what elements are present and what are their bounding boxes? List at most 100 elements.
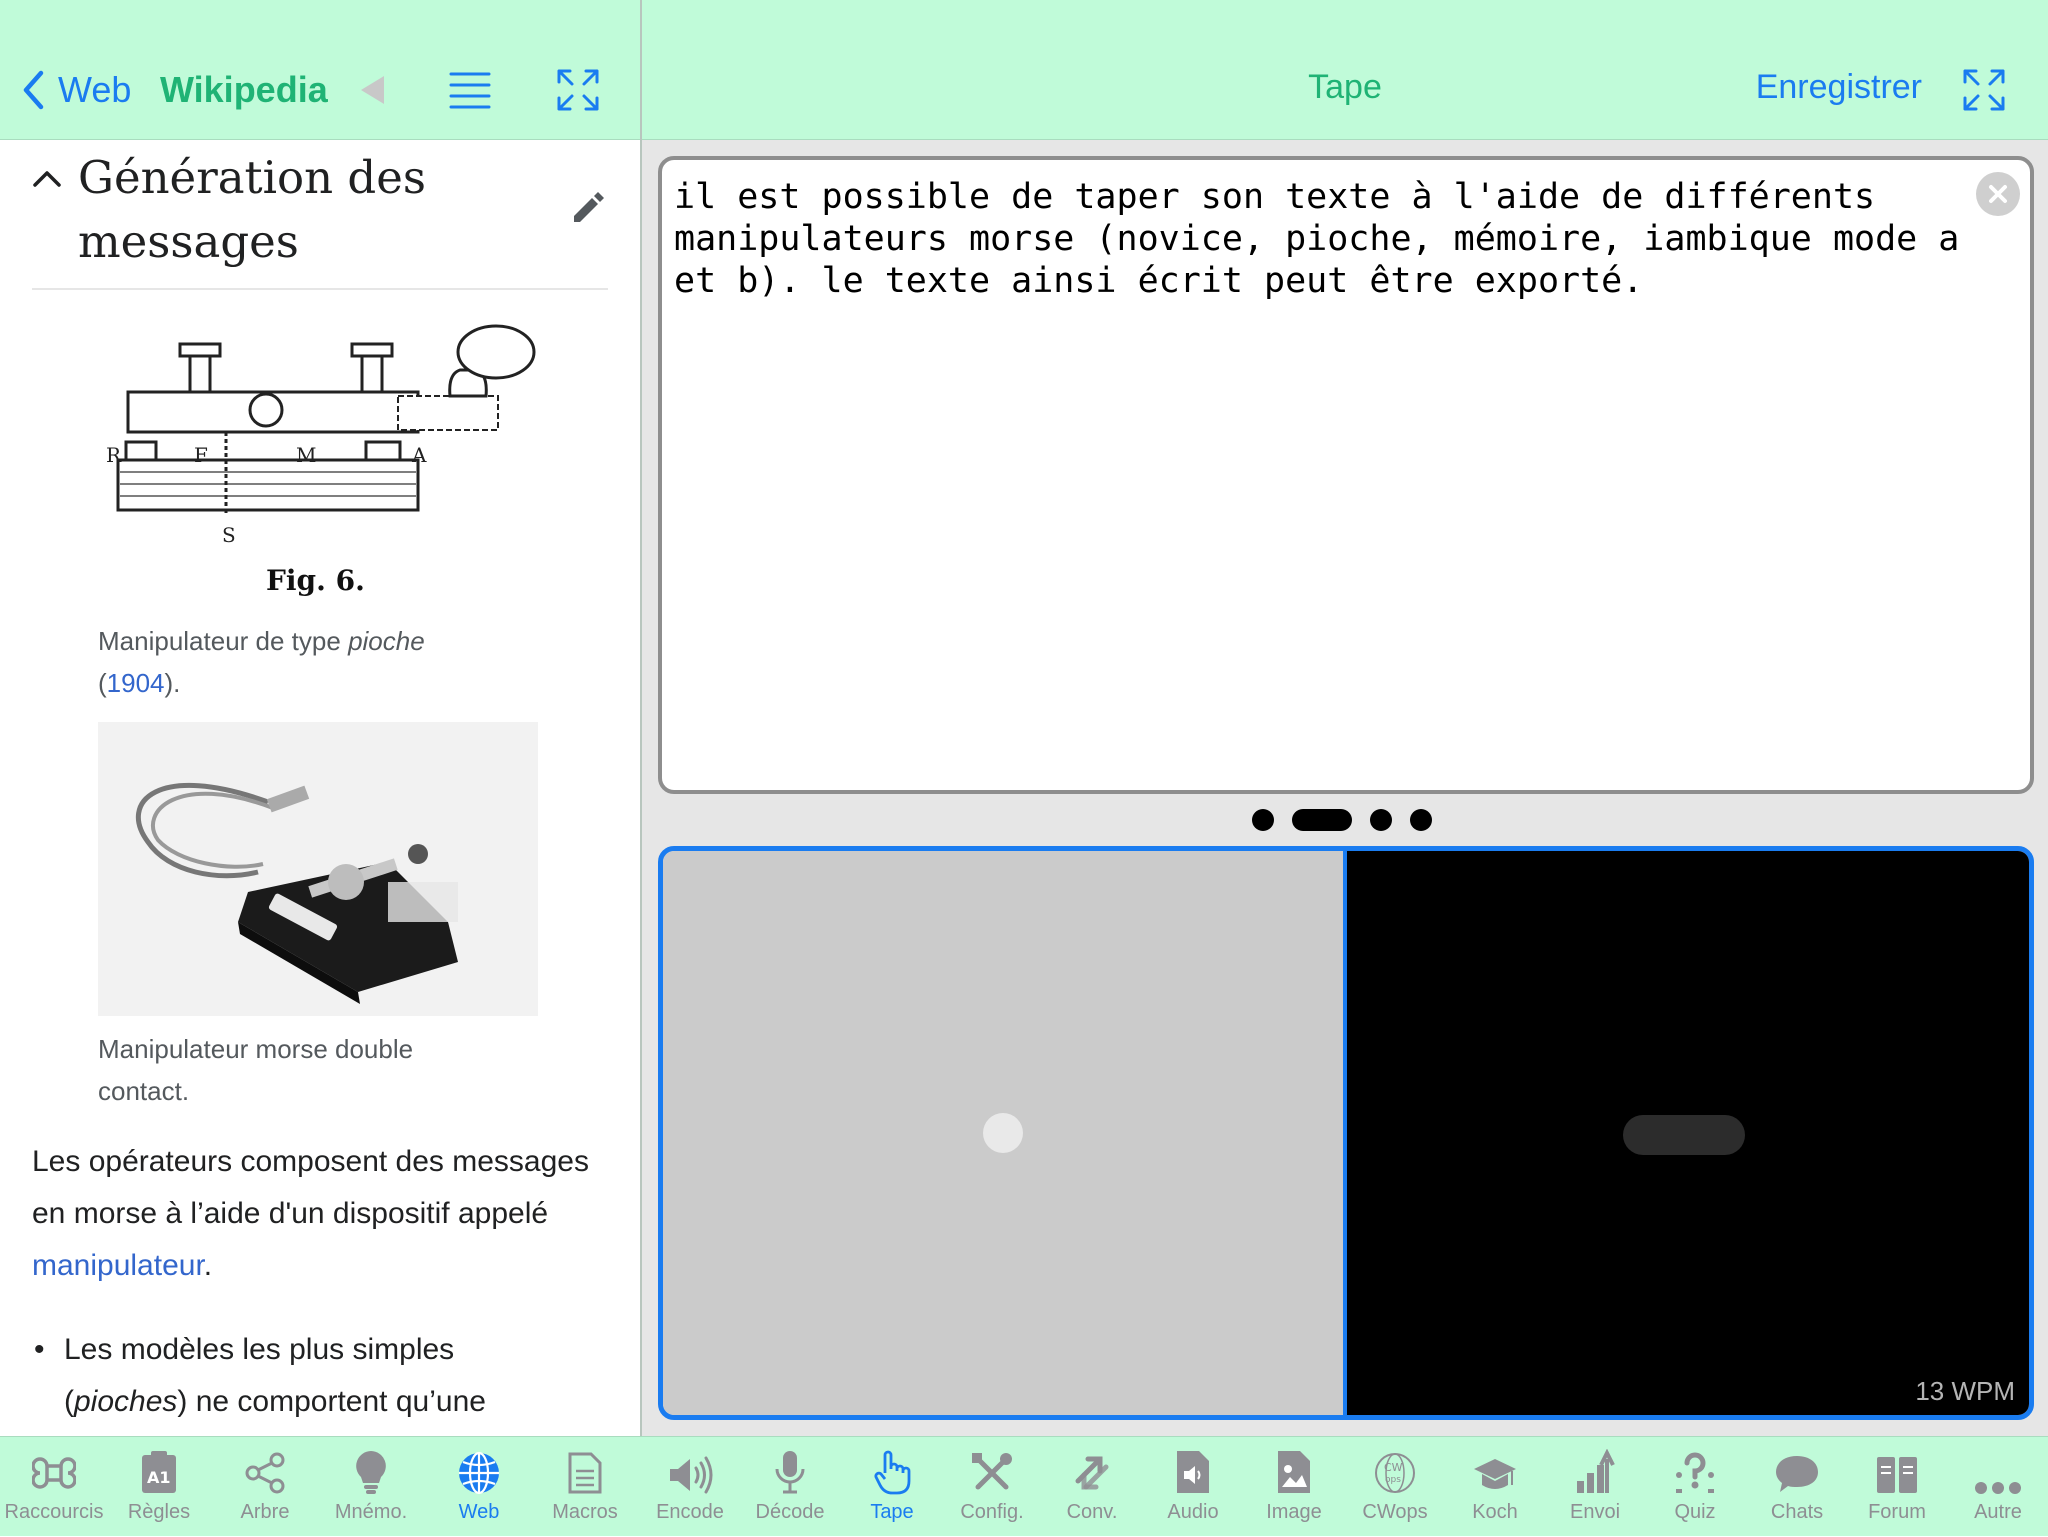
tab-image[interactable]: Image xyxy=(1244,1437,1344,1537)
dit-indicator xyxy=(1410,809,1432,831)
dit-paddle[interactable] xyxy=(663,851,1347,1415)
tab-koch[interactable]: Koch xyxy=(1445,1437,1545,1537)
tab-label: Mnémo. xyxy=(334,1501,408,1523)
browser-title: Wikipedia xyxy=(160,69,328,110)
tab-label: Envoi xyxy=(1569,1501,1621,1523)
edit-pencil-icon[interactable] xyxy=(568,186,608,226)
straight-key-drawing[interactable]: R F M A S Fig. 6. xyxy=(98,314,538,604)
tab-bar: Raccourcis A1 Règles Arbre Mnémo. Web Macros En… xyxy=(0,1436,2048,1536)
back-label: Web xyxy=(58,69,132,110)
chevron-up-icon[interactable] xyxy=(32,168,62,188)
svg-text:ops: ops xyxy=(1385,1475,1401,1485)
expand-icon[interactable] xyxy=(1960,64,2008,116)
bullet-dot: • xyxy=(34,1333,45,1366)
tab-quiz[interactable]: Quiz xyxy=(1645,1437,1745,1537)
tape-pane: Tape Enregistrer il est possible de tape… xyxy=(642,0,2048,1536)
speaker-icon xyxy=(666,1437,714,1501)
tab-label: Config. xyxy=(960,1501,1024,1523)
back-web-button[interactable]: Web xyxy=(22,68,131,112)
tab-label: Tape xyxy=(870,1501,914,1523)
left-navigation-bar: Web Wikipedia xyxy=(0,0,640,140)
tools-icon xyxy=(970,1437,1014,1501)
send-chart-icon xyxy=(1573,1437,1617,1501)
svg-text:R: R xyxy=(106,443,122,467)
tape-text-area[interactable]: il est possible de taper son texte à l'a… xyxy=(658,156,2034,794)
tab-envoi[interactable]: Envoi xyxy=(1545,1437,1645,1537)
tab-forum[interactable]: Forum xyxy=(1847,1437,1947,1537)
dit-symbol xyxy=(983,1113,1023,1153)
tab-autre[interactable]: Autre xyxy=(1948,1437,2048,1537)
tab-label: CWops xyxy=(1362,1501,1428,1523)
article-paragraph: Les opérateurs composent des messages en… xyxy=(32,1145,589,1282)
tab-label: Image xyxy=(1266,1501,1322,1523)
tab-label: Arbre xyxy=(240,1501,290,1523)
tab-mnemo[interactable]: Mnémo. xyxy=(321,1437,421,1537)
lightbulb-icon xyxy=(353,1437,389,1501)
section-title: Génération des messages xyxy=(78,151,426,268)
tree-share-icon xyxy=(243,1437,287,1501)
tab-decode[interactable]: Décode xyxy=(740,1437,840,1537)
tab-label: Quiz xyxy=(1674,1501,1716,1523)
tab-arbre[interactable]: Arbre xyxy=(215,1437,315,1537)
wikipedia-pane: Web Wikipedia Génération des messages R … xyxy=(0,0,640,1536)
morse-keypad: 13 WPM xyxy=(658,846,2034,1420)
figure2-caption: Manipulateur morse double contact. xyxy=(98,1034,414,1106)
hand-pointer-icon xyxy=(872,1437,912,1501)
tab-chats[interactable]: Chats xyxy=(1747,1437,1847,1537)
close-icon xyxy=(1989,185,2007,203)
tab-raccourcis[interactable]: Raccourcis xyxy=(4,1437,104,1537)
tab-macros[interactable]: Macros xyxy=(535,1437,635,1537)
tape-text[interactable]: il est possible de taper son texte à l'a… xyxy=(674,176,1994,302)
svg-text:M: M xyxy=(296,443,316,467)
clear-text-button[interactable] xyxy=(1976,172,2020,216)
tab-audio[interactable]: Audio xyxy=(1143,1437,1243,1537)
cwops-globe-icon: CW ops xyxy=(1373,1437,1417,1501)
globe-icon xyxy=(457,1437,501,1501)
dah-indicator xyxy=(1292,809,1352,831)
tab-label: Macros xyxy=(552,1501,618,1523)
tab-cwops[interactable]: CW ops CWops xyxy=(1345,1437,1445,1537)
morse-page-indicator[interactable] xyxy=(1252,808,1432,832)
graduation-cap-icon xyxy=(1472,1437,1518,1501)
section-header[interactable]: Génération des messages xyxy=(32,146,608,290)
tab-label: Raccourcis xyxy=(4,1501,104,1523)
chevron-left-icon xyxy=(23,70,44,110)
audio-file-icon xyxy=(1175,1437,1211,1501)
quiz-icon xyxy=(1673,1437,1717,1501)
tab-web[interactable]: Web xyxy=(429,1437,529,1537)
bullet-item: • Les modèles les plus simples (pioches)… xyxy=(34,1324,584,1428)
tab-label: Forum xyxy=(1868,1501,1926,1523)
dah-paddle[interactable]: 13 WPM xyxy=(1347,851,2029,1415)
rules-icon: A1 xyxy=(139,1437,179,1501)
menu-list-icon[interactable] xyxy=(446,64,494,116)
year-link[interactable]: 1904 xyxy=(107,668,165,698)
command-icon xyxy=(32,1437,76,1501)
tab-config[interactable]: Config. xyxy=(942,1437,1042,1537)
figure-label: Fig. 6. xyxy=(266,564,365,597)
more-icon xyxy=(1974,1437,2022,1501)
wpm-readout: 13 WPM xyxy=(1915,1376,2015,1406)
tab-label: Autre xyxy=(1974,1501,2022,1523)
tab-conv[interactable]: Conv. xyxy=(1042,1437,1142,1537)
svg-text:CW: CW xyxy=(1384,1461,1403,1474)
tab-tape[interactable]: Tape xyxy=(842,1437,942,1537)
tab-label: Décode xyxy=(755,1501,825,1523)
right-navigation-bar: Tape Enregistrer xyxy=(642,0,2048,140)
double-contact-key-photo[interactable] xyxy=(98,722,538,1016)
expand-icon[interactable] xyxy=(554,64,602,116)
microphone-icon xyxy=(773,1437,807,1501)
tab-label: Règles xyxy=(127,1501,191,1523)
save-button[interactable]: Enregistrer xyxy=(1756,68,1922,107)
tab-label: Web xyxy=(458,1501,500,1523)
article-content: Génération des messages R F M A S Fig. 6… xyxy=(0,140,640,1436)
dit-indicator xyxy=(1370,809,1392,831)
tab-label: Koch xyxy=(1472,1501,1518,1523)
back-triangle-icon[interactable] xyxy=(352,64,392,116)
tab-regles[interactable]: A1 Règles xyxy=(109,1437,209,1537)
tab-encode[interactable]: Encode xyxy=(640,1437,740,1537)
svg-text:S: S xyxy=(222,523,236,547)
figure1-caption: Manipulateur de type pioche (1904). xyxy=(98,626,425,698)
svg-text:F: F xyxy=(194,443,208,467)
manipulateur-link[interactable]: manipulateur xyxy=(32,1249,204,1282)
svg-text:A: A xyxy=(411,443,427,467)
